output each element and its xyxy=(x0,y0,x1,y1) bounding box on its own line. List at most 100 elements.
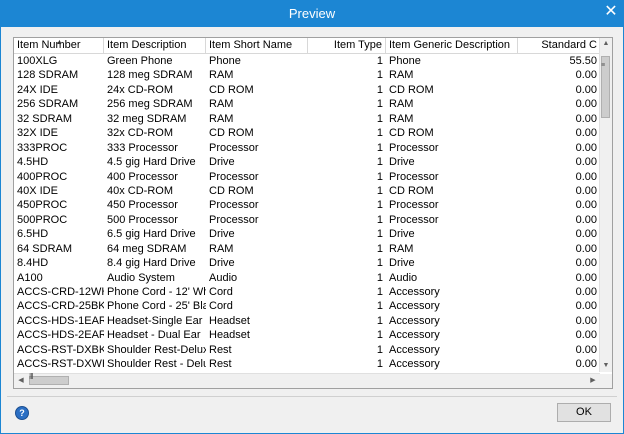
cell-item-type: 1 xyxy=(376,257,383,270)
cell-item-description: 256 meg SDRAM xyxy=(107,98,193,111)
cell-item-generic-description: RAM xyxy=(389,98,414,111)
cell-item-number: A100 xyxy=(17,271,43,284)
cell-item-description: Shoulder Rest - Delux... xyxy=(107,358,206,371)
vertical-scrollbar[interactable]: ▲ ≡ ▼ xyxy=(599,38,612,372)
column-header-item-description[interactable]: Item Description xyxy=(104,38,206,53)
cell-item-short-name: CD ROM xyxy=(209,184,254,197)
grip-icon: ≡ xyxy=(601,62,606,69)
cell-item-short-name: RAM xyxy=(209,242,234,255)
cell-standard-cost: 55.50 xyxy=(569,55,597,67)
horizontal-scroll-thumb[interactable] xyxy=(29,376,69,385)
cell-item-generic-description: CD ROM xyxy=(389,127,434,140)
cell-item-generic-description: Processor xyxy=(389,213,439,226)
scroll-down-button[interactable]: ▼ xyxy=(600,360,612,372)
table-row[interactable]: 8.4HD 8.4 gig Hard Drive Drive 1 Drive 0.00 xyxy=(14,256,600,270)
horizontal-scrollbar[interactable]: ◀ III ▶ xyxy=(14,372,600,388)
cell-item-description: Phone Cord - 12' Whi... xyxy=(107,286,206,298)
column-header-item-short-name[interactable]: Item Short Name xyxy=(206,38,308,53)
scroll-up-button[interactable]: ▲ xyxy=(600,38,612,50)
column-header-item-number[interactable]: Item Number ▲ xyxy=(14,38,104,53)
cell-item-number: 40X IDE xyxy=(17,184,58,197)
column-header-item-generic-description[interactable]: Item Generic Description xyxy=(386,38,518,53)
column-header-item-type[interactable]: Item Type xyxy=(308,38,386,53)
cell-item-description: 40x CD-ROM xyxy=(107,184,174,197)
table-row[interactable]: ACCS-RST-DXWHShoulder Rest - Delux...Res… xyxy=(14,357,600,371)
title-bar: Preview ✕ xyxy=(1,1,623,27)
cell-item-type: 1 xyxy=(376,358,383,371)
table-row[interactable]: ACCS-CRD-25BKPhone Cord - 25' BlackCord 1… xyxy=(14,299,600,313)
cell-item-generic-description: Audio xyxy=(389,271,418,284)
table-row[interactable]: 4.5HD 4.5 gig Hard Drive Drive 1 Drive 0.00 xyxy=(14,155,600,169)
cell-item-short-name: Processor xyxy=(209,199,259,212)
table-row[interactable]: 333PROC 333 Processor Processor 1 Processor 0… xyxy=(14,141,600,155)
sort-ascending-icon: ▲ xyxy=(56,39,63,46)
cell-item-generic-description: Accessory xyxy=(389,286,440,298)
cell-item-number: ACCS-RST-DXBK xyxy=(17,343,104,356)
cell-item-type: 1 xyxy=(376,69,383,82)
cell-item-number: ACCS-HDS-2EAR xyxy=(17,329,104,342)
table-row[interactable]: 256 SDRAM 256 meg SDRAM RAM 1 RAM 0.00 xyxy=(14,97,600,111)
table-row[interactable]: 500PROC 500 Processor Processor 1 Processor 0… xyxy=(14,213,600,227)
cell-item-number: ACCS-HDS-1EAR xyxy=(17,314,104,327)
cell-item-type: 1 xyxy=(376,343,383,356)
cell-item-generic-description: Accessory xyxy=(389,300,440,313)
cell-item-number: 8.4HD xyxy=(17,257,49,270)
cell-item-generic-description: CD ROM xyxy=(389,83,434,96)
footer-divider xyxy=(7,396,617,397)
cell-item-type: 1 xyxy=(376,55,383,67)
grip-icon: III xyxy=(29,372,34,381)
table-row[interactable]: ACCS-HDS-1EAR Headset-Single Ear Headset 1 A… xyxy=(14,314,600,328)
cell-item-number: ACCS-CRD-25BK xyxy=(17,300,104,313)
help-icon[interactable]: ? xyxy=(15,406,29,420)
preview-grid[interactable]: Item Number ▲ Item Description Item Short… xyxy=(13,37,613,389)
column-header-standard-cost[interactable]: Standard C xyxy=(518,38,600,53)
cell-item-short-name: Processor xyxy=(209,170,259,183)
cell-item-generic-description: Processor xyxy=(389,199,439,212)
cell-item-short-name: CD ROM xyxy=(209,127,254,140)
table-row[interactable]: 24X IDE 24x CD-ROM CD ROM 1 CD ROM 0.00 xyxy=(14,83,600,97)
cell-item-number: 64 SDRAM xyxy=(17,242,73,255)
cell-item-generic-description: Accessory xyxy=(389,314,440,327)
ok-button[interactable]: OK xyxy=(557,403,611,422)
table-row[interactable]: 6.5HD 6.5 gig Hard Drive Drive 1 Drive 0.00 xyxy=(14,227,600,241)
table-row[interactable]: ACCS-RST-DXBKShoulder Rest-Deluxe...Rest… xyxy=(14,343,600,357)
cell-item-type: 1 xyxy=(376,199,383,212)
cell-item-description: 500 Processor xyxy=(107,213,178,226)
table-row[interactable]: 100XLG Green Phone Phone 1 Phone 55.50 xyxy=(14,54,600,68)
cell-item-generic-description: Drive xyxy=(389,156,415,169)
cell-item-number: 4.5HD xyxy=(17,156,49,169)
scroll-right-button[interactable]: ▶ xyxy=(586,374,600,388)
table-row[interactable]: 450PROC 450 Processor Processor 1 Processor 0… xyxy=(14,198,600,212)
close-icon[interactable]: ✕ xyxy=(601,2,621,22)
table-row[interactable]: ACCS-HDS-2EAR Headset - Dual Ear Headset 1 A… xyxy=(14,328,600,342)
cell-item-description: Phone Cord - 25' Black xyxy=(107,300,206,313)
cell-item-description: 32x CD-ROM xyxy=(107,127,174,140)
table-row[interactable]: A100 Audio System Audio 1 Audio 0.00 xyxy=(14,271,600,285)
table-row[interactable]: 128 SDRAM 128 meg SDRAM RAM 1 RAM 0.00 xyxy=(14,68,600,82)
cell-item-description: Green Phone xyxy=(107,55,173,67)
table-row[interactable]: 400PROC 400 Processor Processor 1 Processor 0… xyxy=(14,170,600,184)
table-row[interactable]: 40X IDE 40x CD-ROM CD ROM 1 CD ROM 0.00 xyxy=(14,184,600,198)
cell-item-short-name: CD ROM xyxy=(209,83,254,96)
preview-window: Preview ✕ Item Number ▲ Item Description … xyxy=(0,0,624,434)
cell-item-description: 24x CD-ROM xyxy=(107,83,174,96)
table-row[interactable]: 32 SDRAM 32 meg SDRAM RAM 1 RAM 0.00 xyxy=(14,112,600,126)
table-row[interactable]: 64 SDRAM 64 meg SDRAM RAM 1 RAM 0.00 xyxy=(14,242,600,256)
cell-item-number: 24X IDE xyxy=(17,83,58,96)
cell-standard-cost: 0.00 xyxy=(575,314,597,327)
cell-item-short-name: Drive xyxy=(209,228,235,241)
table-row[interactable]: 32X IDE 32x CD-ROM CD ROM 1 CD ROM 0.00 xyxy=(14,126,600,140)
cell-item-generic-description: Drive xyxy=(389,228,415,241)
cell-item-description: Headset - Dual Ear xyxy=(107,329,201,342)
cell-standard-cost: 0.00 xyxy=(575,228,597,241)
scroll-left-button[interactable]: ◀ xyxy=(14,374,28,388)
cell-item-generic-description: RAM xyxy=(389,112,414,125)
cell-item-type: 1 xyxy=(376,141,383,154)
cell-item-short-name: Audio xyxy=(209,271,238,284)
cell-item-description: 6.5 gig Hard Drive xyxy=(107,228,196,241)
table-row[interactable]: ACCS-CRD-12WHPhone Cord - 12' Whi...Cord… xyxy=(14,285,600,299)
cell-item-generic-description: Drive xyxy=(389,257,415,270)
cell-item-number: 400PROC xyxy=(17,170,68,183)
cell-item-short-name: RAM xyxy=(209,69,234,82)
cell-standard-cost: 0.00 xyxy=(575,213,597,226)
